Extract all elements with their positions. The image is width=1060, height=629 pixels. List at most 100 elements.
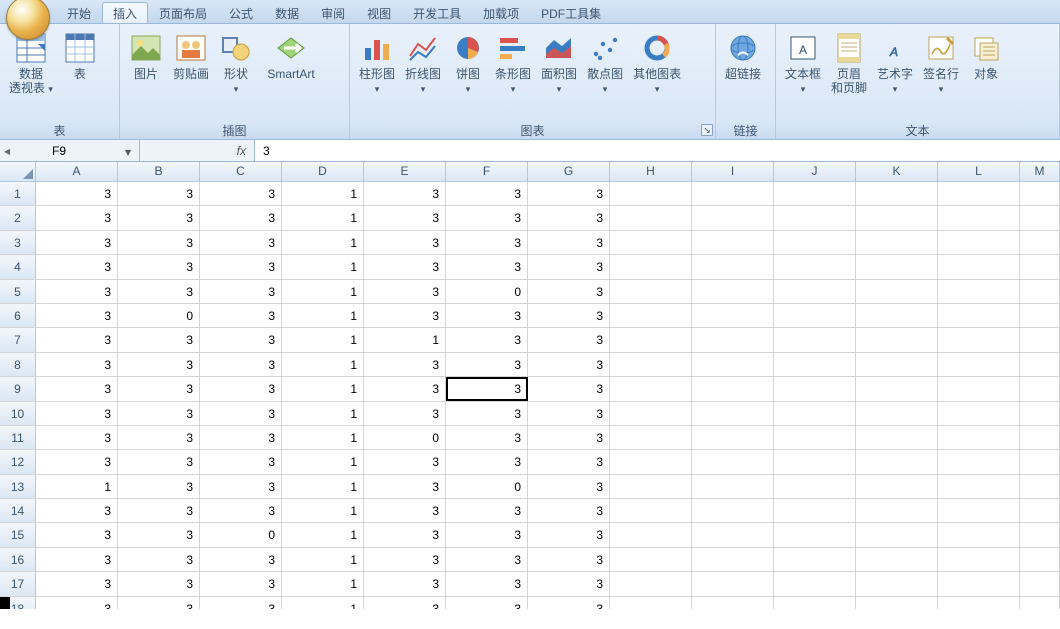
cell[interactable]: 1 — [282, 255, 364, 278]
cell[interactable] — [774, 280, 856, 303]
area-chart-button[interactable]: 面积图▾ — [536, 28, 582, 123]
cell[interactable]: 1 — [282, 377, 364, 400]
column-header[interactable]: D — [282, 162, 364, 181]
cell[interactable]: 3 — [364, 597, 446, 609]
cell[interactable]: 3 — [528, 182, 610, 205]
cell[interactable]: 3 — [364, 353, 446, 376]
cell[interactable]: 3 — [528, 377, 610, 400]
cell[interactable] — [610, 402, 692, 425]
cell[interactable]: 3 — [36, 353, 118, 376]
cell[interactable] — [1020, 548, 1060, 571]
cell[interactable] — [856, 450, 938, 473]
cell[interactable] — [1020, 572, 1060, 595]
cell[interactable] — [774, 353, 856, 376]
cell[interactable]: 3 — [446, 304, 528, 327]
cell[interactable] — [610, 328, 692, 351]
cell[interactable] — [610, 231, 692, 254]
cell[interactable]: 3 — [446, 523, 528, 546]
cell[interactable] — [774, 548, 856, 571]
cell[interactable] — [938, 475, 1020, 498]
cell[interactable] — [856, 377, 938, 400]
cell[interactable]: 1 — [36, 475, 118, 498]
cell[interactable] — [938, 572, 1020, 595]
cell[interactable]: 3 — [36, 499, 118, 522]
row-header[interactable]: 14 — [0, 499, 36, 522]
cell[interactable]: 3 — [446, 499, 528, 522]
cell[interactable] — [692, 182, 774, 205]
cell[interactable]: 3 — [528, 304, 610, 327]
cell[interactable]: 3 — [200, 328, 282, 351]
cell[interactable]: 3 — [200, 499, 282, 522]
cell[interactable] — [610, 597, 692, 609]
cell[interactable] — [1020, 255, 1060, 278]
cell[interactable] — [1020, 231, 1060, 254]
cell[interactable]: 1 — [282, 231, 364, 254]
row-header[interactable]: 2 — [0, 206, 36, 229]
cell[interactable]: 3 — [200, 426, 282, 449]
cell[interactable]: 3 — [446, 328, 528, 351]
cell[interactable]: 3 — [200, 450, 282, 473]
smartart-button[interactable]: SmartArt — [258, 28, 324, 123]
name-box-input[interactable] — [52, 144, 134, 158]
cell[interactable]: 1 — [282, 597, 364, 609]
column-chart-button[interactable]: 柱形图▾ — [354, 28, 400, 123]
cell[interactable] — [856, 231, 938, 254]
tab-data[interactable]: 数据 — [264, 2, 310, 23]
cell[interactable] — [610, 572, 692, 595]
cell[interactable]: 3 — [364, 377, 446, 400]
cell[interactable]: 1 — [282, 450, 364, 473]
cell[interactable] — [692, 231, 774, 254]
cell[interactable] — [692, 280, 774, 303]
cell[interactable] — [938, 206, 1020, 229]
cell[interactable]: 3 — [118, 328, 200, 351]
cell[interactable] — [774, 523, 856, 546]
tab-insert[interactable]: 插入 — [102, 2, 148, 23]
column-header[interactable]: M — [1020, 162, 1060, 181]
tab-formulas[interactable]: 公式 — [218, 2, 264, 23]
cell[interactable] — [938, 255, 1020, 278]
cell[interactable]: 1 — [282, 328, 364, 351]
charts-dialog-launcher[interactable]: ↘ — [701, 124, 713, 136]
cell[interactable] — [1020, 450, 1060, 473]
cell[interactable] — [692, 402, 774, 425]
cell[interactable]: 3 — [200, 402, 282, 425]
cell[interactable]: 3 — [528, 548, 610, 571]
cell[interactable] — [610, 548, 692, 571]
cell[interactable] — [774, 450, 856, 473]
cell[interactable]: 3 — [364, 475, 446, 498]
cell[interactable] — [1020, 426, 1060, 449]
pivot-table-button[interactable]: 数据 透视表 ▾ — [4, 28, 58, 123]
cell[interactable] — [692, 597, 774, 609]
scatter-chart-button[interactable]: 散点图▾ — [582, 28, 628, 123]
cell[interactable]: 3 — [36, 450, 118, 473]
cell[interactable]: 1 — [282, 280, 364, 303]
fx-button[interactable]: fx — [140, 140, 255, 161]
cell[interactable]: 3 — [446, 353, 528, 376]
cell[interactable] — [610, 255, 692, 278]
cell[interactable] — [692, 328, 774, 351]
cell[interactable]: 3 — [446, 231, 528, 254]
cell[interactable]: 1 — [282, 523, 364, 546]
cell[interactable] — [1020, 597, 1060, 609]
cell[interactable]: 3 — [36, 572, 118, 595]
row-header[interactable]: 15 — [0, 523, 36, 546]
cell[interactable]: 3 — [118, 475, 200, 498]
cell[interactable]: 1 — [282, 402, 364, 425]
cell[interactable] — [610, 377, 692, 400]
cell[interactable]: 3 — [36, 523, 118, 546]
cell[interactable]: 3 — [528, 402, 610, 425]
cell[interactable] — [938, 450, 1020, 473]
cell[interactable] — [856, 206, 938, 229]
headerfooter-button[interactable]: 页眉 和页脚 — [826, 28, 872, 123]
cell[interactable] — [692, 304, 774, 327]
cell[interactable]: 3 — [364, 231, 446, 254]
row-header[interactable]: 11 — [0, 426, 36, 449]
pie-chart-button[interactable]: 饼图▾ — [446, 28, 490, 123]
cell[interactable] — [1020, 499, 1060, 522]
cell[interactable]: 3 — [446, 426, 528, 449]
column-header[interactable]: J — [774, 162, 856, 181]
cell[interactable] — [774, 377, 856, 400]
cell[interactable] — [610, 426, 692, 449]
row-header[interactable]: 9 — [0, 377, 36, 400]
object-button[interactable]: 对象 — [964, 28, 1008, 123]
